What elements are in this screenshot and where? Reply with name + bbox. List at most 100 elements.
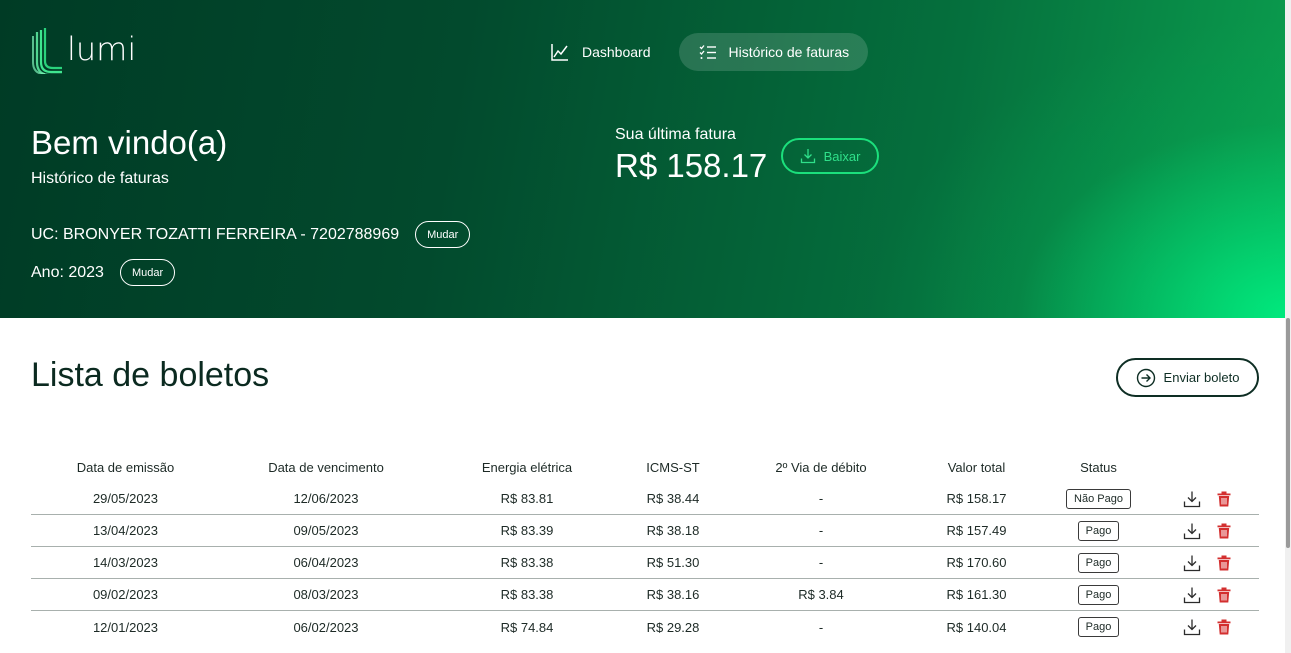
delete-invoice-button[interactable]: [1214, 553, 1234, 573]
delete-invoice-button[interactable]: [1214, 521, 1234, 541]
uc-row: UC: BRONYER TOZATTI FERREIRA - 720278896…: [31, 221, 471, 248]
table-row: 09/02/2023 08/03/2023 R$ 83.38 R$ 38.16 R$ 3…: [31, 579, 1259, 611]
cell-valor-total: R$ 158.17: [946, 491, 1007, 506]
cell-status: Pago: [1035, 584, 1162, 605]
col-header-segunda-via: 2º Via de débito: [775, 459, 867, 475]
page-subtitle: Histórico de faturas: [31, 170, 169, 187]
cell-emissao: 13/04/2023: [92, 523, 159, 538]
cell-emissao: 12/01/2023: [92, 619, 159, 635]
cell-vencimento: 12/06/2023: [293, 491, 359, 506]
send-boleto-button[interactable]: Enviar boleto: [1116, 358, 1259, 397]
cell-segunda-via: -: [818, 523, 824, 538]
cell-energia: R$ 83.81: [500, 491, 554, 506]
download-icon: [1183, 619, 1201, 636]
table-row: 13/04/2023 09/05/2023 R$ 83.39 R$ 38.18 - R$ …: [31, 515, 1259, 547]
cell-icms: R$ 38.44: [646, 491, 700, 506]
download-last-invoice-button[interactable]: Baixar: [781, 138, 879, 174]
cell-energia: R$ 83.38: [500, 555, 554, 570]
trash-icon: [1217, 619, 1231, 635]
status-badge: Pago: [1077, 552, 1120, 573]
download-invoice-button[interactable]: [1182, 553, 1202, 573]
brand-logo[interactable]: lumi: [31, 28, 136, 74]
cell-actions: [1162, 489, 1259, 509]
list-title: Lista de boletos: [31, 356, 270, 394]
scrollbar-thumb[interactable]: [1286, 318, 1290, 548]
trash-icon: [1217, 523, 1231, 538]
arrow-circle-right-icon: [1136, 368, 1155, 387]
lumi-logo-icon: [32, 28, 62, 74]
cell-vencimento: 06/04/2023: [293, 555, 359, 570]
cell-vencimento: 06/02/2023: [293, 619, 359, 635]
delete-invoice-button[interactable]: [1214, 585, 1234, 605]
download-icon: [800, 149, 815, 164]
download-invoice-button[interactable]: [1182, 585, 1202, 605]
download-icon: [1183, 491, 1201, 507]
cell-status: Pago: [1035, 552, 1162, 573]
cell-segunda-via: R$ 3.84: [798, 587, 844, 602]
main-nav: Dashboard Histórico de faturas: [538, 33, 869, 71]
table-row: 14/03/2023 06/04/2023 R$ 83.38 R$ 51.30 - R$ …: [31, 547, 1259, 579]
ano-row: Ano: 2023 Mudar: [31, 259, 176, 286]
col-header-energia: Energia elétrica: [481, 459, 573, 475]
table-body: 29/05/2023 12/06/2023 R$ 83.81 R$ 38.44 - R$ …: [31, 483, 1259, 643]
trash-icon: [1217, 555, 1231, 570]
nav-historico-label: Histórico de faturas: [728, 44, 850, 60]
cell-energia: R$ 83.39: [500, 523, 554, 538]
download-invoice-button[interactable]: [1182, 489, 1202, 509]
cell-segunda-via: -: [818, 491, 824, 506]
chart-line-icon: [551, 44, 568, 61]
cell-actions: [1162, 553, 1259, 573]
change-year-button[interactable]: Mudar: [119, 259, 176, 286]
cell-valor-total: R$ 140.04: [946, 619, 1007, 635]
cell-actions: [1162, 585, 1259, 605]
download-label: Baixar: [823, 148, 861, 164]
col-header-valor-total: Valor total: [947, 459, 1006, 475]
status-badge: Pago: [1077, 520, 1120, 541]
download-icon: [1183, 523, 1201, 539]
hero-banner: lumi Dashboard Histórico de faturas Bem …: [0, 0, 1291, 318]
cell-actions: [1162, 521, 1259, 541]
cell-energia: R$ 74.84: [500, 619, 554, 635]
download-icon: [1183, 555, 1201, 571]
cell-emissao: 14/03/2023: [92, 555, 159, 570]
cell-icms: R$ 29.28: [646, 619, 700, 635]
cell-status: Pago: [1035, 617, 1162, 637]
nav-dashboard-label: Dashboard: [582, 44, 651, 60]
nav-historico[interactable]: Histórico de faturas: [678, 33, 869, 71]
download-invoice-button[interactable]: [1182, 617, 1202, 637]
cell-segunda-via: -: [818, 555, 824, 570]
cell-vencimento: 09/05/2023: [293, 523, 359, 538]
col-header-vencimento: Data de vencimento: [268, 459, 384, 475]
trash-icon: [1217, 491, 1231, 506]
brand-name: lumi: [67, 30, 137, 68]
delete-invoice-button[interactable]: [1214, 617, 1234, 637]
download-icon: [1183, 587, 1201, 603]
delete-invoice-button[interactable]: [1214, 489, 1234, 509]
cell-actions: [1162, 617, 1259, 637]
cell-valor-total: R$ 157.49: [946, 523, 1007, 538]
welcome-heading: Bem vindo(a): [31, 124, 228, 161]
boletos-table: Data de emissão Data de vencimento Energ…: [31, 451, 1259, 643]
send-boleto-label: Enviar boleto: [1163, 370, 1240, 385]
download-invoice-button[interactable]: [1182, 521, 1202, 541]
uc-label: UC: BRONYER TOZATTI FERREIRA - 720278896…: [31, 225, 400, 243]
table-header: Data de emissão Data de vencimento Energ…: [31, 451, 1259, 483]
table-row: 29/05/2023 12/06/2023 R$ 83.81 R$ 38.44 - R$ …: [31, 483, 1259, 515]
col-header-status: Status: [1080, 459, 1117, 475]
cell-emissao: 29/05/2023: [92, 491, 159, 506]
cell-status: Não Pago: [1035, 488, 1162, 509]
cell-vencimento: 08/03/2023: [293, 587, 359, 602]
nav-dashboard[interactable]: Dashboard: [538, 33, 667, 71]
last-invoice-value: R$ 158.17: [615, 147, 768, 184]
cell-energia: R$ 83.38: [500, 587, 554, 602]
ano-label: Ano: 2023: [31, 263, 104, 281]
change-uc-button[interactable]: Mudar: [415, 221, 471, 248]
cell-segunda-via: -: [818, 619, 824, 635]
table-row: 12/01/2023 06/02/2023 R$ 74.84 R$ 29.28 - R$ …: [31, 611, 1259, 643]
status-badge: Não Pago: [1066, 488, 1131, 509]
last-invoice-label: Sua última fatura: [615, 126, 736, 143]
cell-icms: R$ 38.16: [646, 587, 700, 602]
list-icon: [699, 45, 716, 59]
cell-valor-total: R$ 161.30: [946, 587, 1007, 602]
status-badge: Pago: [1077, 617, 1120, 637]
